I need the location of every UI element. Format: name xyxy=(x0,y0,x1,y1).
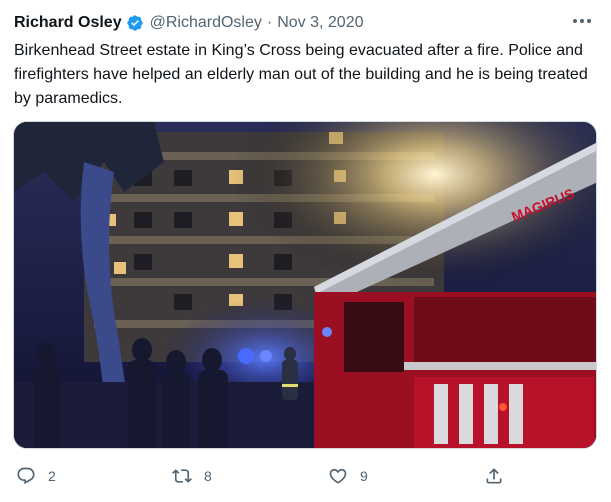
share-button[interactable] xyxy=(484,458,504,494)
author-name[interactable]: Richard Osley xyxy=(14,14,122,32)
fire-evacuation-photo: MAGIRUS xyxy=(14,122,596,448)
reply-button[interactable]: 2 xyxy=(16,458,56,494)
more-dots-icon xyxy=(573,19,577,23)
author-handle[interactable]: @RichardOsley xyxy=(150,14,262,32)
like-button[interactable]: 9 xyxy=(328,458,368,494)
verified-badge-icon xyxy=(126,15,143,31)
tweet-card: Richard Osley @RichardOsley · Nov 3, 202… xyxy=(0,0,611,502)
retweet-icon xyxy=(172,469,192,483)
reply-count: 2 xyxy=(48,468,56,484)
heart-icon xyxy=(329,468,347,484)
tweet-photo[interactable]: MAGIRUS xyxy=(13,121,597,449)
reply-bubble-icon xyxy=(17,467,35,485)
more-dot xyxy=(580,19,584,23)
tweet-header: Richard Osley @RichardOsley · Nov 3, 202… xyxy=(14,11,364,35)
tweet-actions: 2 8 9 xyxy=(0,458,611,494)
more-dot xyxy=(587,19,591,23)
like-count: 9 xyxy=(360,468,368,484)
retweet-button[interactable]: 8 xyxy=(172,458,212,494)
tweet-text: Birkenhead Street estate in King’s Cross… xyxy=(14,42,588,107)
retweet-count: 8 xyxy=(204,468,212,484)
more-options-button[interactable] xyxy=(569,8,595,34)
tweet-date[interactable]: Nov 3, 2020 xyxy=(277,14,363,32)
share-icon xyxy=(486,468,502,484)
header-separator: · xyxy=(266,14,273,31)
